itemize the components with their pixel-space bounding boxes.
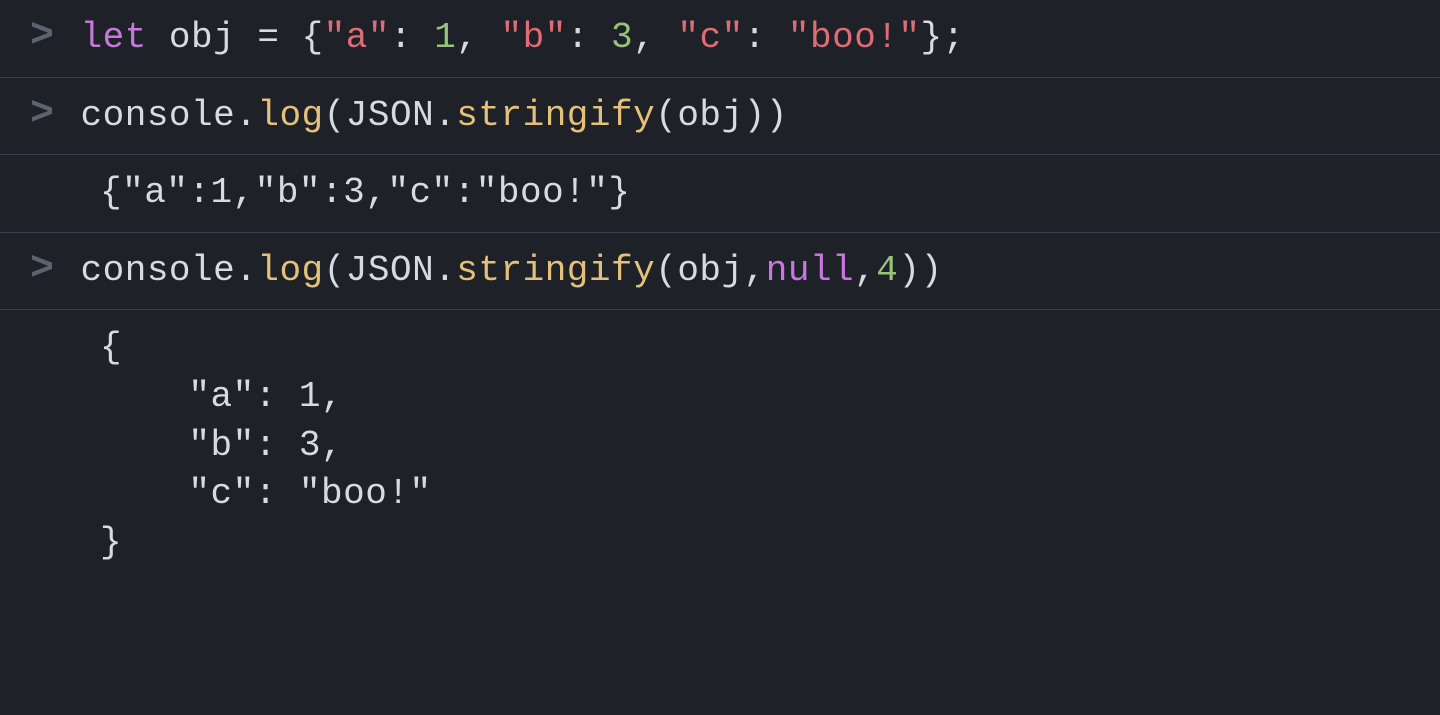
code-token: 1: [434, 17, 456, 58]
code-token: "boo!": [788, 17, 921, 58]
code-token: };: [921, 17, 965, 58]
code-token: let: [81, 17, 147, 58]
code-token: stringify: [456, 95, 655, 136]
code-token: 3: [611, 17, 633, 58]
code-token: (obj)): [655, 95, 788, 136]
code-token: log: [257, 95, 323, 136]
code-token: ,: [456, 17, 500, 58]
code-token: "c": [677, 17, 743, 58]
code-token: 4: [876, 250, 898, 291]
code-token: log: [257, 250, 323, 291]
code-token: )): [898, 250, 942, 291]
code-token: "b": [501, 17, 567, 58]
console-output-row: { "a": 1, "b": 3, "c": "boo!" }: [0, 310, 1440, 581]
prompt-chevron-icon: >: [30, 247, 55, 293]
console-input-code: console.log(JSON.stringify(obj,null,4)): [81, 247, 943, 296]
code-token: null: [766, 250, 854, 291]
code-token: :: [390, 17, 434, 58]
code-token: :: [567, 17, 611, 58]
console-input-row[interactable]: > let obj = {"a": 1, "b": 3, "c": "boo!"…: [0, 0, 1440, 78]
code-token: console.: [81, 95, 258, 136]
console-output-text: { "a": 1, "b": 3, "c": "boo!" }: [100, 324, 432, 567]
console-input-code: console.log(JSON.stringify(obj)): [81, 92, 788, 141]
code-token: (JSON.: [324, 95, 457, 136]
prompt-chevron-icon: >: [30, 14, 55, 60]
console-output-row: {"a":1,"b":3,"c":"boo!"}: [0, 155, 1440, 233]
console-input-code: let obj = {"a": 1, "b": 3, "c": "boo!"};: [81, 14, 965, 63]
code-token: :: [744, 17, 788, 58]
code-token: (obj,: [655, 250, 766, 291]
code-token: obj = {: [147, 17, 324, 58]
code-token: stringify: [456, 250, 655, 291]
console-input-row[interactable]: > console.log(JSON.stringify(obj,null,4)…: [0, 233, 1440, 311]
code-token: ,: [854, 250, 876, 291]
code-token: "a": [324, 17, 390, 58]
code-token: ,: [633, 17, 677, 58]
console-input-row[interactable]: > console.log(JSON.stringify(obj)): [0, 78, 1440, 156]
console-panel: > let obj = {"a": 1, "b": 3, "c": "boo!"…: [0, 0, 1440, 581]
code-token: (JSON.: [324, 250, 457, 291]
code-token: console.: [81, 250, 258, 291]
console-output-text: {"a":1,"b":3,"c":"boo!"}: [100, 169, 630, 218]
prompt-chevron-icon: >: [30, 92, 55, 138]
